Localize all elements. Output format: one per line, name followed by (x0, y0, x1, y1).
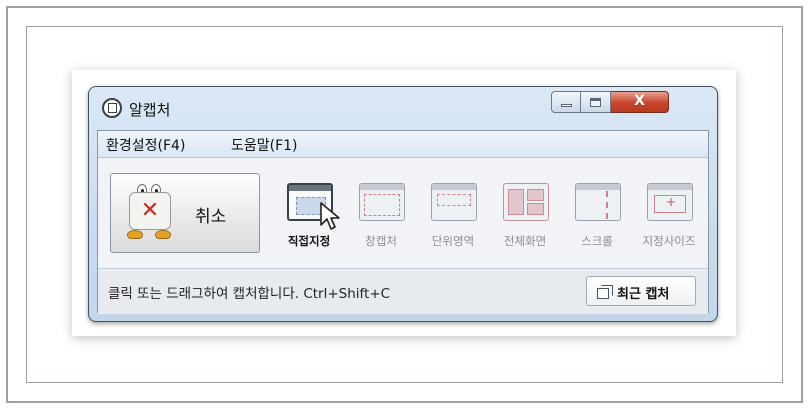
unit-region-icon (431, 183, 477, 221)
menu-settings[interactable]: 환경설정(F4) (106, 135, 185, 155)
icon-titlebar (289, 185, 331, 191)
pane-top-right (527, 189, 544, 201)
tool-label: 단위영역 (431, 234, 475, 248)
icon-titlebar (576, 184, 620, 190)
close-icon: X (634, 93, 645, 109)
status-message: 클릭 또는 드래그하여 캡처합니다. Ctrl+Shift+C (108, 286, 391, 302)
alcapture-app-icon (102, 98, 122, 118)
client-area: 환경설정(F4) 도움말(F1) ✕ 취소 직접지정 창캡처 단위영역 전체화면… (97, 130, 709, 314)
scroll-line (606, 191, 608, 219)
tool-fullscreen[interactable]: 전체화면 (489, 175, 561, 257)
pane-bottom-right (527, 203, 544, 215)
cancel-label: 취소 (195, 207, 227, 227)
alcapture-window: 알캡처 X 환경설정(F4) 도움말(F1) ✕ 취소 직접지정 창캡처 단위영… (88, 86, 718, 322)
tool-unit-region[interactable]: 단위영역 (417, 175, 489, 257)
tool-fixed-size[interactable]: + 지정사이즈 (633, 175, 705, 257)
recent-capture-label: 최근 캡처 (617, 287, 670, 302)
icon-titlebar (432, 184, 476, 190)
cancel-x-icon: ✕ (140, 198, 160, 223)
tool-label: 직접지정 (287, 234, 331, 248)
mouse-cursor-icon (320, 202, 340, 230)
tool-label: 창캡처 (365, 234, 397, 248)
tool-scroll-capture[interactable]: 스크롤 (561, 175, 633, 257)
pane-left (508, 189, 524, 215)
tool-direct-capture[interactable]: 직접지정 (273, 175, 345, 257)
tool-label: 전체화면 (503, 234, 547, 248)
menu-help[interactable]: 도움말(F1) (231, 135, 298, 155)
minimize-button[interactable] (551, 91, 581, 113)
mascot-foot-left (127, 230, 143, 239)
cancel-mascot-icon: ✕ (127, 184, 173, 240)
cancel-button[interactable]: ✕ 취소 (110, 173, 260, 253)
recent-capture-icon (597, 285, 613, 299)
tool-label: 스크롤 (581, 234, 613, 248)
tool-label: 지정사이즈 (642, 234, 696, 248)
window-title: 알캡처 (129, 101, 171, 119)
dashed-region (437, 194, 471, 206)
status-bar: 클릭 또는 드래그하여 캡처합니다. Ctrl+Shift+C 최근 캡처 (98, 268, 708, 314)
maximize-icon (590, 98, 601, 107)
window-controls: X (551, 91, 709, 115)
fullscreen-icon (503, 183, 549, 221)
icon-titlebar (360, 184, 404, 190)
direct-capture-icon (287, 183, 340, 230)
tool-window-capture[interactable]: 창캡처 (345, 175, 417, 257)
title-bar[interactable]: 알캡처 X (89, 87, 717, 129)
fixed-size-icon: + (647, 183, 693, 221)
minimize-icon (561, 104, 572, 107)
mascot-foot-right (155, 230, 171, 239)
dashed-region (364, 194, 400, 216)
close-button[interactable]: X (611, 91, 669, 113)
window-capture-icon (359, 183, 405, 221)
maximize-button[interactable] (581, 91, 611, 113)
recent-capture-button[interactable]: 최근 캡처 (586, 276, 696, 306)
plus-icon: + (665, 195, 677, 209)
menu-bar: 환경설정(F4) 도움말(F1) (98, 131, 708, 158)
icon-titlebar (648, 184, 692, 190)
scroll-capture-icon (575, 183, 621, 221)
